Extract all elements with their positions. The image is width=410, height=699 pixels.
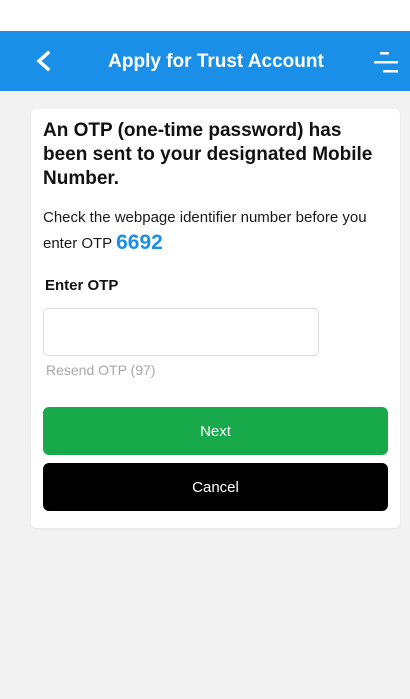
- menu-icon: [374, 52, 398, 73]
- webpage-identifier: 6692: [116, 231, 163, 254]
- page-title: Apply for Trust Account: [108, 51, 324, 72]
- instruction-text: Check the webpage identifier number befo…: [43, 209, 367, 252]
- otp-input[interactable]: [43, 308, 319, 356]
- menu-button[interactable]: [372, 48, 400, 76]
- cancel-button[interactable]: Cancel: [43, 463, 388, 511]
- otp-field-label: Enter OTP: [45, 277, 119, 294]
- status-bar: [0, 0, 410, 31]
- otp-card: An OTP (one-time password) has been sent…: [31, 109, 400, 528]
- otp-instruction: Check the webpage identifier number befo…: [43, 205, 388, 256]
- next-button[interactable]: Next: [43, 407, 388, 455]
- otp-headline: An OTP (one-time password) has been sent…: [43, 120, 373, 189]
- resend-otp-link[interactable]: Resend OTP (97): [46, 362, 155, 378]
- app-header: Apply for Trust Account: [0, 31, 410, 91]
